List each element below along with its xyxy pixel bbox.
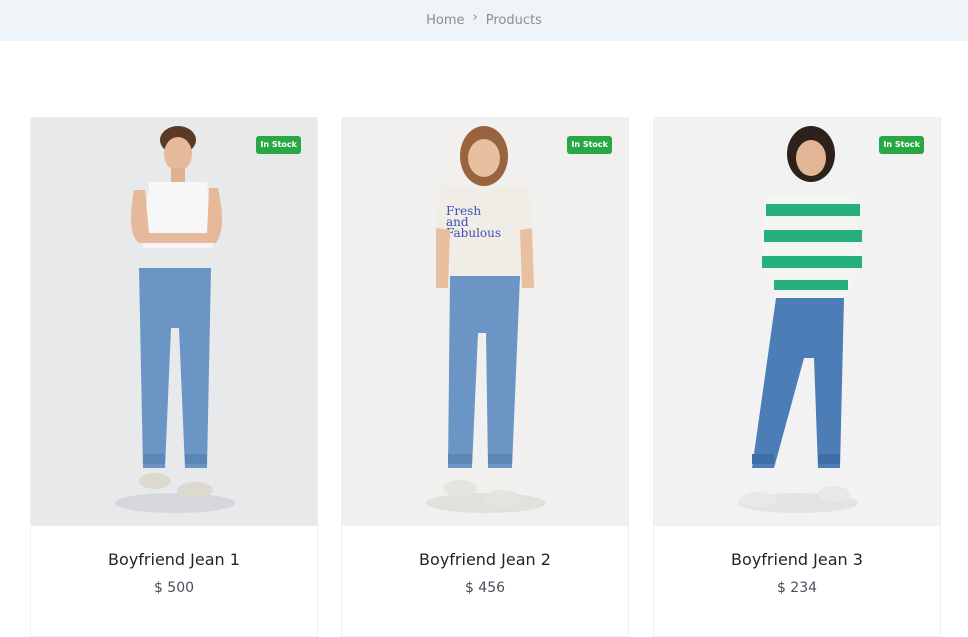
product-name[interactable]: Boyfriend Jean 1 <box>31 550 317 569</box>
product-image[interactable]: In Stock <box>654 118 940 526</box>
product-card[interactable]: In Stock Boyfriend Jean 1 $ 500 <box>30 117 318 637</box>
breadcrumb-separator-icon: › <box>472 10 478 25</box>
product-price: $ 500 <box>153 580 195 596</box>
product-image[interactable]: In Stock <box>31 118 317 526</box>
product-price: $ 234 <box>776 580 818 596</box>
in-stock-badge: In Stock <box>256 136 301 154</box>
product-card[interactable]: Fresh and Fabulous In Stock Boyfriend Je… <box>341 117 629 637</box>
product-name[interactable]: Boyfriend Jean 3 <box>654 550 940 569</box>
product-card[interactable]: In Stock Boyfriend Jean 3 $ 234 <box>653 117 941 637</box>
breadcrumb-home-link[interactable]: Home <box>426 13 464 28</box>
breadcrumb-current: Products <box>485 13 542 28</box>
in-stock-badge: In Stock <box>567 136 612 154</box>
breadcrumb: Home › Products <box>0 0 968 41</box>
shirt-text-line-3: Fabulous <box>446 226 501 240</box>
product-image[interactable]: Fresh and Fabulous In Stock <box>342 118 628 526</box>
product-name[interactable]: Boyfriend Jean 2 <box>342 550 628 569</box>
in-stock-badge: In Stock <box>879 136 924 154</box>
product-price: $ 456 <box>464 580 506 596</box>
